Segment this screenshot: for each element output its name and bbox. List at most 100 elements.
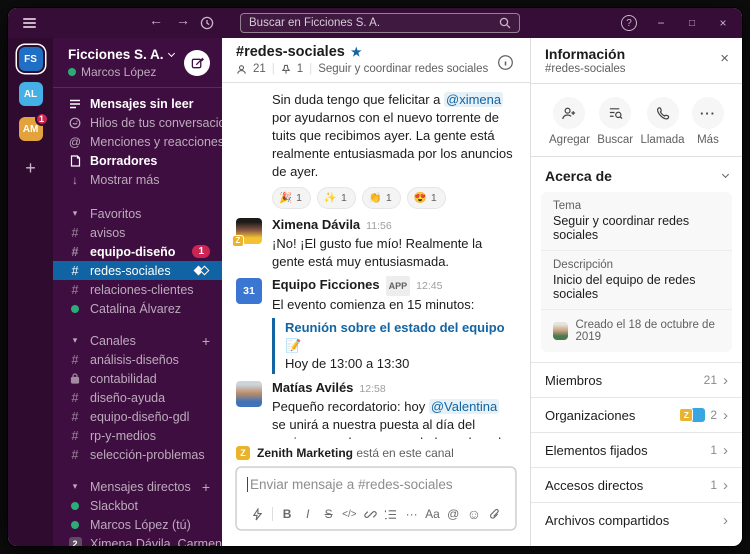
minimize-button[interactable]: − <box>654 16 668 30</box>
timestamp[interactable]: 12:45 <box>416 277 442 295</box>
section-header-favoritos[interactable]: ▾ Favoritos <box>53 204 222 223</box>
hash-icon: # <box>71 263 79 278</box>
shortcuts-icon[interactable] <box>247 506 268 522</box>
dm-slackbot[interactable]: Slackbot <box>53 496 222 515</box>
search-icon <box>499 17 511 29</box>
search-input[interactable] <box>249 17 499 29</box>
channel-equipo-diseno[interactable]: # equipo-diseño 1 <box>53 242 222 261</box>
message: Sin duda tengo que felicitar a @ximena p… <box>222 88 530 213</box>
panel-row-elementos-fijados[interactable]: Elementos fijados 1 › <box>531 432 742 467</box>
calendar-app-avatar[interactable]: 31 <box>236 278 262 304</box>
sidebar-item-mentions[interactable]: @ Menciones y reacciones <box>53 132 222 151</box>
channel-diseno-ayuda[interactable]: # diseño-ayuda <box>53 388 222 407</box>
message-text: El evento comienza en 15 minutos: <box>272 297 475 312</box>
member-count[interactable]: 21 <box>253 63 266 75</box>
info-icon[interactable] <box>497 54 514 71</box>
panel-row-archivos-compartidos[interactable]: Archivos compartidos › <box>531 502 742 537</box>
channel-seleccion-problemas[interactable]: # selección-problemas <box>53 445 222 464</box>
drafts-icon <box>68 154 82 167</box>
channel-rp-y-medios[interactable]: # rp-y-medios <box>53 426 222 445</box>
workspace-switcher-ficciones[interactable]: FS <box>18 47 43 71</box>
close-button[interactable]: × <box>716 16 730 30</box>
attach-file-button[interactable] <box>484 506 505 522</box>
more-actions-button[interactable]: ··· Más <box>691 97 724 146</box>
maximize-button[interactable]: □ <box>685 18 699 29</box>
history-back-button[interactable]: ← <box>146 12 166 28</box>
search-bar[interactable] <box>240 13 520 33</box>
call-button[interactable]: Llamada <box>640 97 685 146</box>
channel-contabilidad[interactable]: contabilidad <box>53 369 222 388</box>
channel-redes-sociales[interactable]: # redes-sociales <box>53 261 222 280</box>
avatar[interactable]: Z <box>232 218 262 247</box>
reaction-heart-eyes[interactable]: 😍 1 <box>406 187 446 209</box>
avatar[interactable] <box>236 381 262 407</box>
search-in-channel-button[interactable]: Buscar <box>597 97 633 146</box>
section-header-mensajes-directos[interactable]: ▾ Mensajes directos + <box>53 477 222 496</box>
panel-row-miembros[interactable]: Miembros 21 › <box>531 362 742 397</box>
emoji-button[interactable]: ☺ <box>464 506 485 522</box>
timestamp[interactable]: 12:58 <box>359 380 385 398</box>
text-format-toggle[interactable]: Aa <box>422 506 443 522</box>
sidebar-item-drafts[interactable]: Borradores <box>53 151 222 170</box>
sidebar-item-threads[interactable]: Hilos de tus conversaciones <box>53 113 222 132</box>
compose-button[interactable] <box>184 50 210 76</box>
reaction-sparkles[interactable]: ✨ 1 <box>316 187 356 209</box>
add-dm-button[interactable]: + <box>202 479 210 495</box>
channel-topic[interactable]: Seguir y coordinar redes sociales <box>318 63 488 75</box>
panel-row-organizaciones[interactable]: Organizaciones Z 2 › <box>531 397 742 432</box>
author-name[interactable]: Ximena Dávila <box>272 216 360 234</box>
pin-count[interactable]: 1 <box>297 63 303 75</box>
panel-row-accesos-directos[interactable]: Accesos directos 1 › <box>531 467 742 502</box>
ordered-list-button[interactable] <box>381 506 402 522</box>
history-forward-button[interactable]: → <box>173 12 193 28</box>
message-composer[interactable]: Enviar mensaje a #redes-sociales B I S <… <box>236 467 516 530</box>
chevron-right-icon: › <box>723 406 728 424</box>
author-name[interactable]: Equipo Ficciones <box>272 276 380 294</box>
sidebar-item-show-more[interactable]: ↓ Mostrar más <box>53 170 222 189</box>
code-button[interactable]: </> <box>339 506 360 522</box>
reactions: 🎉 1 ✨ 1 👏 1 😍 1 <box>272 187 516 209</box>
channel-header: #redes-sociales ★ 21 | 1 | Seguir y coor… <box>222 38 530 83</box>
section-canales: ▾ Canales + # análisis-diseños contabili… <box>53 331 222 464</box>
mention-valentina[interactable]: @Valentina <box>428 399 500 414</box>
mention-ximena[interactable]: @ximena <box>444 92 504 107</box>
org-z-badge: Z <box>232 235 244 247</box>
close-panel-icon[interactable]: × <box>720 50 729 67</box>
dm-group-ximena-carmen[interactable]: 2 Ximena Dávila, Carmen ... <box>53 534 222 546</box>
mention-button[interactable]: @ <box>443 506 464 522</box>
topic-section[interactable]: Tema Seguir y coordinar redes sociales <box>541 192 732 251</box>
add-people-button[interactable]: Agregar <box>549 97 590 146</box>
author-name[interactable]: Matías Avilés <box>272 379 353 397</box>
starred-icon[interactable]: ★ <box>351 45 362 59</box>
workspace-switcher-am[interactable]: AM 1 <box>18 112 49 141</box>
add-workspace-button[interactable]: + <box>25 158 36 179</box>
history-clock-icon[interactable] <box>200 16 214 30</box>
channel-equipo-diseno-gdl[interactable]: # equipo-diseño-gdl <box>53 407 222 426</box>
section-header-canales[interactable]: ▾ Canales + <box>53 331 222 350</box>
dm-catalina-alvarez[interactable]: Catalina Álvarez <box>53 299 222 318</box>
chevron-right-icon: › <box>723 476 728 494</box>
reaction-tada[interactable]: 🎉 1 <box>272 187 311 209</box>
user-presence[interactable]: Marcos López <box>68 65 174 79</box>
about-section-toggle[interactable]: Acerca de <box>531 157 742 192</box>
event-link[interactable]: Reunión sobre el estado del equipo 📝 <box>285 320 505 353</box>
bold-button[interactable]: B <box>277 506 298 522</box>
description-section[interactable]: Descripción Inicio del equipo de redes s… <box>541 251 732 310</box>
strikethrough-button[interactable]: S <box>318 506 339 522</box>
menu-icon[interactable] <box>23 18 36 30</box>
add-channel-button[interactable]: + <box>202 333 210 349</box>
chevron-down-icon <box>721 170 730 179</box>
workspace-menu[interactable]: Ficciones S. A. <box>68 47 175 62</box>
dm-marcos-lopez[interactable]: Marcos López (tú) <box>53 515 222 534</box>
sidebar-item-unreads[interactable]: Mensajes sin leer <box>53 94 222 113</box>
workspace-switcher-al[interactable]: AL <box>18 82 43 106</box>
more-formatting-button[interactable]: ··· <box>401 506 422 522</box>
channel-relaciones-clientes[interactable]: # relaciones-clientes <box>53 280 222 299</box>
channel-avisos[interactable]: # avisos <box>53 223 222 242</box>
channel-analisis-disenos[interactable]: # análisis-diseños <box>53 350 222 369</box>
reaction-clap[interactable]: 👏 1 <box>361 187 401 209</box>
italic-button[interactable]: I <box>297 506 318 522</box>
timestamp[interactable]: 11:56 <box>366 217 392 235</box>
help-icon[interactable]: ? <box>621 15 637 31</box>
link-button[interactable] <box>360 506 381 522</box>
